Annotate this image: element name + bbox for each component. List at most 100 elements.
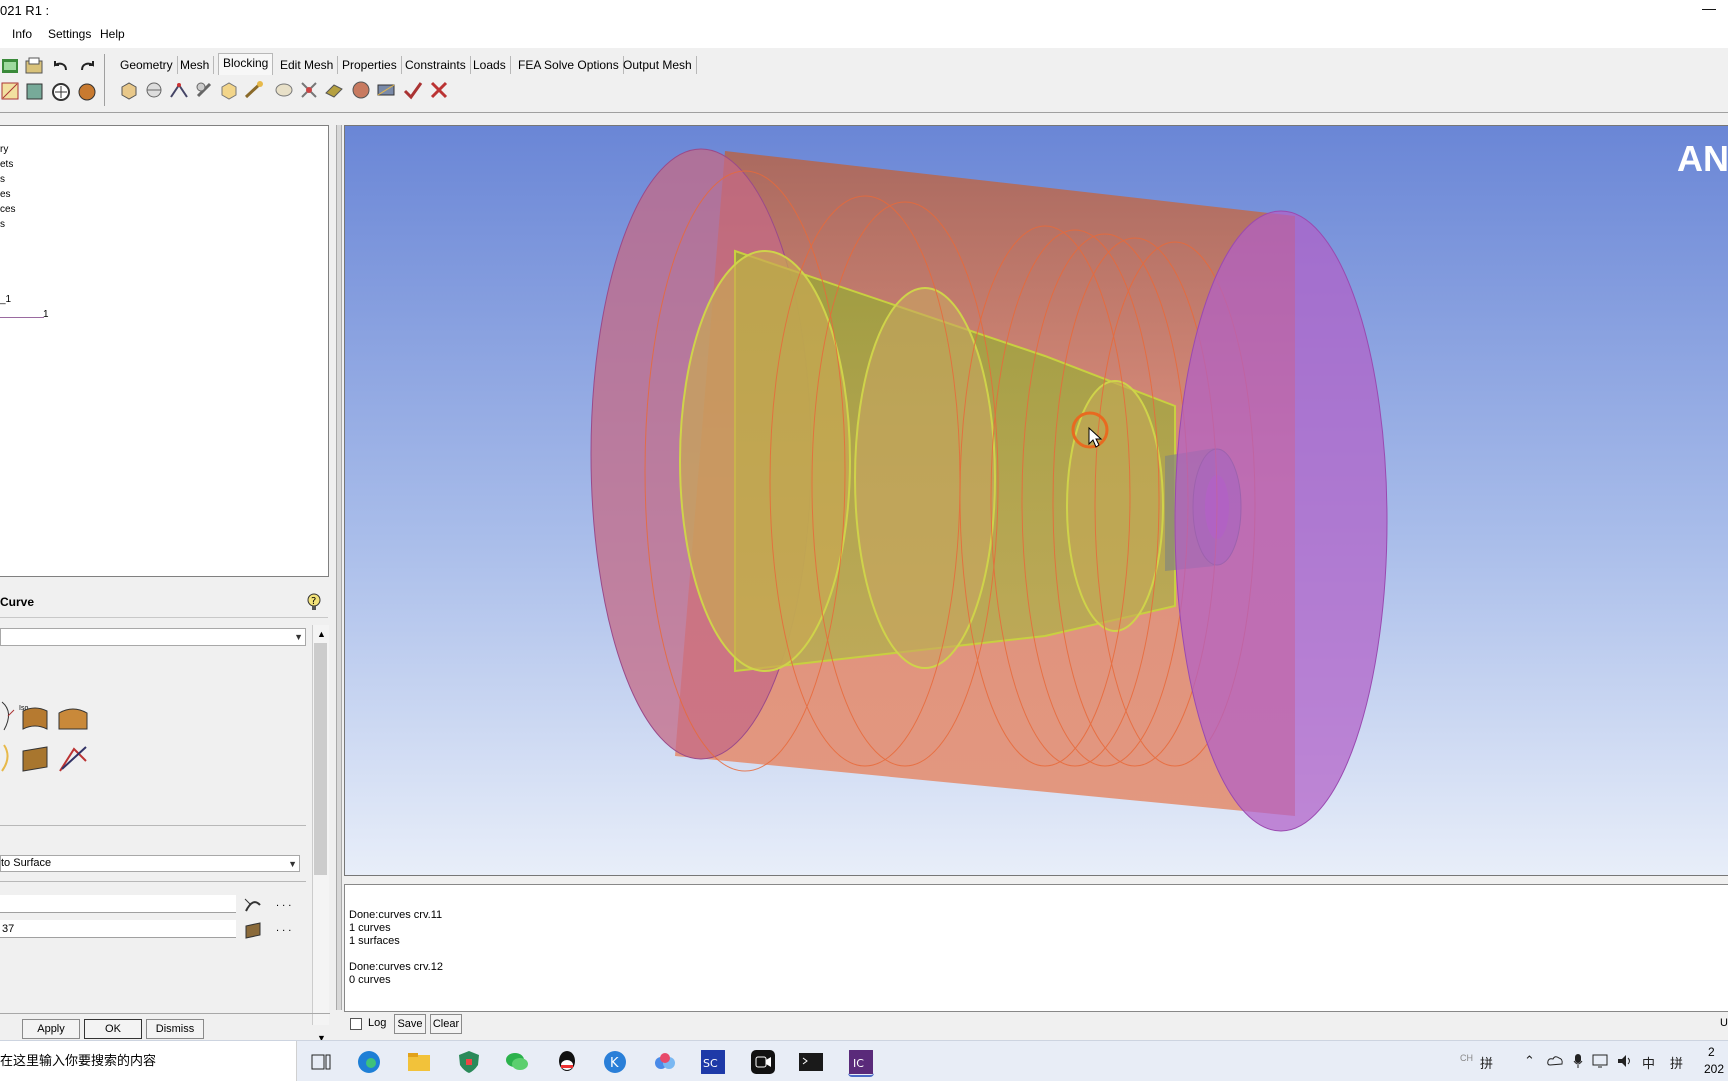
- security-shield-icon[interactable]: [456, 1049, 482, 1075]
- title-bar: 021 R1 : —: [0, 0, 1728, 22]
- solid-view-icon[interactable]: [76, 81, 98, 103]
- tab-blocking[interactable]: Blocking: [218, 53, 274, 75]
- split-block-icon[interactable]: [143, 79, 165, 101]
- tree-item-curves[interactable]: es: [0, 189, 11, 200]
- save-file-icon[interactable]: [24, 56, 46, 78]
- inner-small-ring: [1066, 380, 1164, 632]
- tray-date[interactable]: 202: [1704, 1062, 1724, 1076]
- mesh-file-icon[interactable]: [0, 81, 22, 103]
- screen-recorder-icon[interactable]: [750, 1049, 776, 1075]
- select-curve-icon[interactable]: [243, 895, 263, 915]
- menu-info[interactable]: Info: [12, 27, 32, 41]
- curve-ellipsis-button[interactable]: . . .: [276, 897, 291, 909]
- tab-constraints[interactable]: Constraints: [401, 56, 471, 74]
- spaceclaim-icon[interactable]: SC: [700, 1049, 726, 1075]
- tray-chevron-icon[interactable]: ⌃: [1524, 1053, 1535, 1069]
- curve-method-iso-icon[interactable]: [0, 700, 18, 734]
- method-select[interactable]: to Surface ▼: [0, 855, 300, 872]
- tree-item-surfaces[interactable]: ces: [0, 204, 16, 215]
- curve-from-surface-icon[interactable]: [20, 703, 50, 733]
- project-curve-icon[interactable]: [56, 741, 90, 775]
- search-placeholder: 在这里输入你要搜索的内容: [0, 1053, 157, 1068]
- move-vertex-icon[interactable]: [243, 79, 265, 101]
- pre-mesh-params-icon[interactable]: [323, 79, 345, 101]
- tray-clock[interactable]: 2: [1708, 1045, 1715, 1059]
- tray-microphone-icon[interactable]: [1572, 1053, 1584, 1069]
- apply-button[interactable]: Apply: [22, 1019, 80, 1039]
- model-tree: ry ets s es ces s _1 1: [0, 125, 329, 577]
- menu-help[interactable]: Help: [100, 27, 125, 41]
- qq-icon[interactable]: [554, 1049, 580, 1075]
- tray-network-icon[interactable]: [1592, 1053, 1610, 1069]
- graphics-viewport[interactable]: AN: [344, 125, 1728, 876]
- log-right-cutoff: U: [1720, 1017, 1728, 1029]
- pre-mesh-smooth-icon[interactable]: [375, 79, 397, 101]
- transform-blocks-icon[interactable]: [273, 79, 295, 101]
- tray-ime[interactable]: 中: [1642, 1053, 1655, 1072]
- tab-properties[interactable]: Properties: [338, 56, 402, 74]
- panel-scrollbar[interactable]: ▲ ▼: [312, 625, 329, 1043]
- minimize-button[interactable]: —: [1702, 0, 1716, 16]
- merge-vertices-icon[interactable]: [168, 79, 190, 101]
- tab-geometry[interactable]: Geometry: [116, 56, 178, 74]
- surface-boundary-icon[interactable]: [56, 703, 90, 733]
- tray-volume-icon[interactable]: [1616, 1053, 1634, 1069]
- dismiss-button[interactable]: Dismiss: [146, 1019, 204, 1039]
- associate-icon[interactable]: [218, 79, 240, 101]
- tab-loads[interactable]: Loads: [469, 56, 511, 74]
- surface-ellipsis-button[interactable]: . . .: [276, 922, 291, 934]
- file-explorer-icon[interactable]: [406, 1049, 432, 1075]
- icem-cfd-icon[interactable]: IC: [848, 1049, 874, 1077]
- tray-pinyin[interactable]: 拼: [1670, 1053, 1683, 1072]
- tray-lang[interactable]: CH: [1460, 1053, 1473, 1063]
- tab-fea-solve-options[interactable]: FEA Solve Options: [514, 56, 624, 74]
- ok-button[interactable]: OK: [84, 1019, 142, 1039]
- terminal-icon[interactable]: [798, 1049, 824, 1075]
- cloud-drive-icon[interactable]: [652, 1049, 678, 1075]
- edge-browser-icon[interactable]: [356, 1049, 382, 1075]
- view-fit-icon[interactable]: [50, 81, 72, 103]
- open-file-icon[interactable]: [0, 56, 22, 78]
- tray-cloud-icon[interactable]: [1546, 1053, 1564, 1069]
- help-icon[interactable]: ?: [306, 593, 322, 611]
- log-clear-button[interactable]: Clear: [430, 1014, 462, 1034]
- panel-splitter[interactable]: [336, 125, 342, 1010]
- taskbar-search[interactable]: 在这里输入你要搜索的内容: [0, 1041, 297, 1081]
- log-checkbox[interactable]: [350, 1018, 362, 1030]
- task-view-icon[interactable]: [308, 1049, 334, 1075]
- tree-sub-item[interactable]: 1: [43, 309, 49, 320]
- curve-select-field[interactable]: [0, 895, 236, 913]
- kugou-music-icon[interactable]: K: [602, 1049, 628, 1075]
- select-surface-icon[interactable]: [243, 920, 263, 940]
- toolbar-separator: [104, 54, 105, 106]
- curve-point-icon[interactable]: [0, 743, 16, 773]
- refresh-icon[interactable]: [24, 81, 46, 103]
- tree-item-points[interactable]: s: [0, 174, 5, 185]
- wechat-icon[interactable]: [504, 1049, 530, 1075]
- inner-mid-ring: [854, 287, 996, 669]
- redo-icon[interactable]: [76, 56, 98, 78]
- segment-surface-icon[interactable]: [20, 743, 50, 773]
- delete-block-icon[interactable]: [428, 79, 450, 101]
- surface-select-field[interactable]: 37: [0, 920, 236, 938]
- create-block-icon[interactable]: [118, 79, 140, 101]
- tab-mesh[interactable]: Mesh: [176, 56, 215, 74]
- tray-keyboard-icon[interactable]: 拼: [1480, 1053, 1493, 1072]
- check-blocks-icon[interactable]: [402, 79, 424, 101]
- log-save-button[interactable]: Save: [394, 1014, 426, 1034]
- tree-item-part[interactable]: _1: [0, 294, 11, 305]
- panel-header: Curve ?: [0, 585, 328, 618]
- scrollbar-thumb[interactable]: [314, 643, 327, 875]
- tree-item-geometry[interactable]: ry: [0, 144, 8, 155]
- tree-item-subsets[interactable]: ets: [0, 159, 13, 170]
- tab-output-mesh[interactable]: Output Mesh: [619, 56, 697, 74]
- undo-icon[interactable]: [50, 56, 72, 78]
- svg-text:K: K: [610, 1056, 619, 1071]
- panel-top-select[interactable]: ▼: [0, 628, 306, 646]
- tree-item-bodies[interactable]: s: [0, 219, 5, 230]
- tab-edit-mesh[interactable]: Edit Mesh: [276, 56, 339, 74]
- edit-block-icon[interactable]: [193, 79, 215, 101]
- menu-settings[interactable]: Settings: [48, 27, 91, 41]
- pre-mesh-quality-icon[interactable]: [350, 79, 372, 101]
- edit-edge-icon[interactable]: [298, 79, 320, 101]
